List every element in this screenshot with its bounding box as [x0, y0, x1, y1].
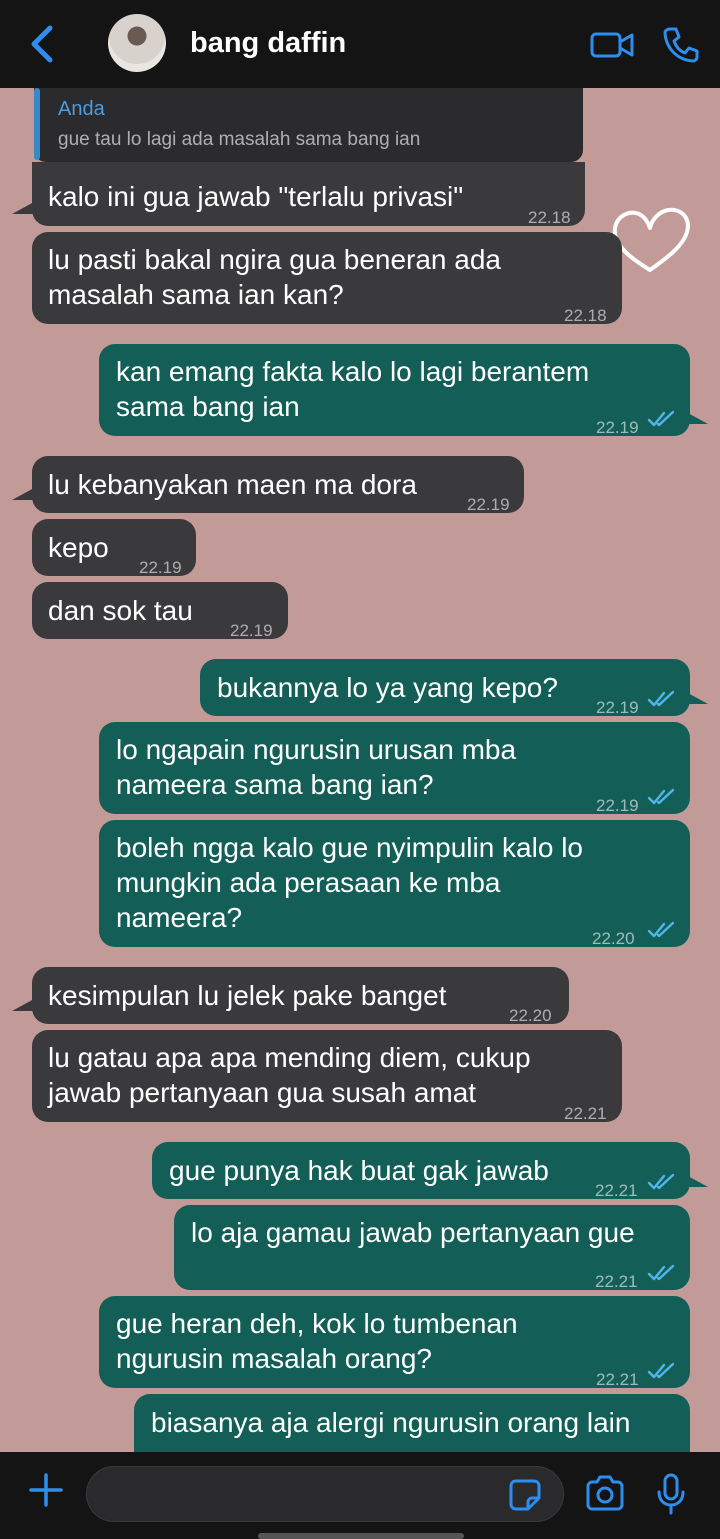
read-ticks-icon [647, 1173, 675, 1190]
message-outgoing[interactable]: gue punya hak buat gak jawab 22.21 [152, 1142, 690, 1200]
message-input[interactable] [86, 1466, 564, 1522]
message-outgoing[interactable]: lo aja gamau jawab pertanyaan gue 22.21 [174, 1205, 690, 1291]
message-time: 22.19 [230, 621, 273, 640]
message-time: 22.19 [139, 558, 182, 577]
message-text: lu kebanyakan maen ma dora [48, 469, 417, 500]
phone-icon[interactable] [662, 26, 700, 64]
sticker-icon[interactable] [508, 1478, 542, 1512]
message-outgoing[interactable]: boleh ngga kalo gue nyimpulin kalo lo mu… [99, 820, 690, 948]
plus-icon[interactable] [28, 1472, 64, 1508]
bubble-tail [12, 202, 34, 214]
message-incoming[interactable]: lu kebanyakan maen ma dora 22.19 [32, 456, 524, 514]
chat-header: bang daffin [0, 0, 720, 88]
read-ticks-icon [647, 1362, 675, 1379]
message-text: lu pasti bakal ngira gua beneran ada mas… [48, 244, 502, 310]
message-text: kalo ini gua jawab "terlalu privasi" [48, 181, 464, 212]
message-time: 22.19 [596, 418, 639, 437]
camera-icon[interactable] [584, 1474, 626, 1512]
message-incoming[interactable]: kalo ini gua jawab "terlalu privasi" 22.… [32, 162, 585, 227]
message-text: biasanya aja alergi ngurusin orang lain [151, 1407, 631, 1438]
avatar[interactable] [108, 14, 166, 72]
quote-text: gue tau lo lagi ada masalah sama bang ia… [58, 129, 421, 150]
message-text: kepo [48, 532, 109, 563]
chevron-left-icon[interactable] [28, 24, 58, 64]
message-outgoing[interactable]: kan emang fakta kalo lo lagi berantem sa… [99, 344, 690, 437]
message-incoming[interactable]: lu gatau apa apa mending diem, cukup jaw… [32, 1030, 622, 1123]
message-text: kesimpulan lu jelek pake banget [48, 980, 447, 1011]
reply-quote[interactable]: Anda gue tau lo lagi ada masalah sama ba… [34, 88, 583, 162]
message-text: gue punya hak buat gak jawab [169, 1155, 549, 1186]
message-text: kan emang fakta kalo lo lagi berantem sa… [116, 356, 590, 422]
message-time: 22.21 [564, 1104, 607, 1123]
bubble-tail [12, 488, 34, 500]
message-text: lo ngapain ngurusin urusan mba nameera s… [116, 734, 517, 800]
read-ticks-icon [647, 410, 675, 427]
message-time: 22.20 [509, 1006, 552, 1025]
message-text: boleh ngga kalo gue nyimpulin kalo lo mu… [116, 832, 583, 933]
message-time: 22.19 [596, 698, 639, 717]
message-time: 22.21 [595, 1272, 638, 1291]
message-text: lo aja gamau jawab pertanyaan gue [191, 1217, 635, 1248]
bubble-tail [12, 999, 34, 1011]
message-outgoing[interactable]: gue heran deh, kok lo tumbenan ngurusin … [99, 1296, 690, 1389]
bubble-tail [686, 412, 708, 424]
message-incoming[interactable]: kepo 22.19 [32, 519, 196, 577]
message-text: lu gatau apa apa mending diem, cukup jaw… [48, 1042, 531, 1108]
bubble-tail [686, 692, 708, 704]
message-outgoing[interactable]: bukannya lo ya yang kepo? 22.19 [200, 659, 690, 717]
message-time: 22.19 [467, 495, 510, 514]
message-text: dan sok tau [48, 595, 193, 626]
message-time: 22.19 [596, 796, 639, 815]
message-time: 22.18 [564, 306, 607, 325]
message-time: 22.21 [596, 1370, 639, 1389]
bubble-tail [686, 1175, 708, 1187]
message-text: bukannya lo ya yang kepo? [217, 672, 558, 703]
read-ticks-icon [647, 788, 675, 805]
home-indicator [258, 1533, 464, 1539]
message-time: 22.18 [528, 208, 571, 227]
video-camera-icon[interactable] [590, 28, 634, 62]
quote-accent-bar [34, 88, 40, 160]
message-outgoing[interactable]: lo ngapain ngurusin urusan mba nameera s… [99, 722, 690, 815]
contact-name[interactable]: bang daffin [190, 27, 346, 60]
read-ticks-icon [647, 690, 675, 707]
message-time: 22.21 [595, 1181, 638, 1200]
read-ticks-icon [647, 1264, 675, 1281]
read-ticks-icon [647, 921, 675, 938]
message-incoming[interactable]: lu pasti bakal ngira gua beneran ada mas… [32, 232, 622, 325]
microphone-icon[interactable] [656, 1472, 686, 1516]
message-composer [0, 1452, 720, 1539]
message-time: 22.20 [592, 929, 635, 948]
message-text: gue heran deh, kok lo tumbenan ngurusin … [116, 1308, 518, 1374]
message-incoming[interactable]: dan sok tau 22.19 [32, 582, 288, 640]
message-incoming[interactable]: kesimpulan lu jelek pake banget 22.20 [32, 967, 569, 1025]
quote-author: Anda [58, 98, 105, 120]
